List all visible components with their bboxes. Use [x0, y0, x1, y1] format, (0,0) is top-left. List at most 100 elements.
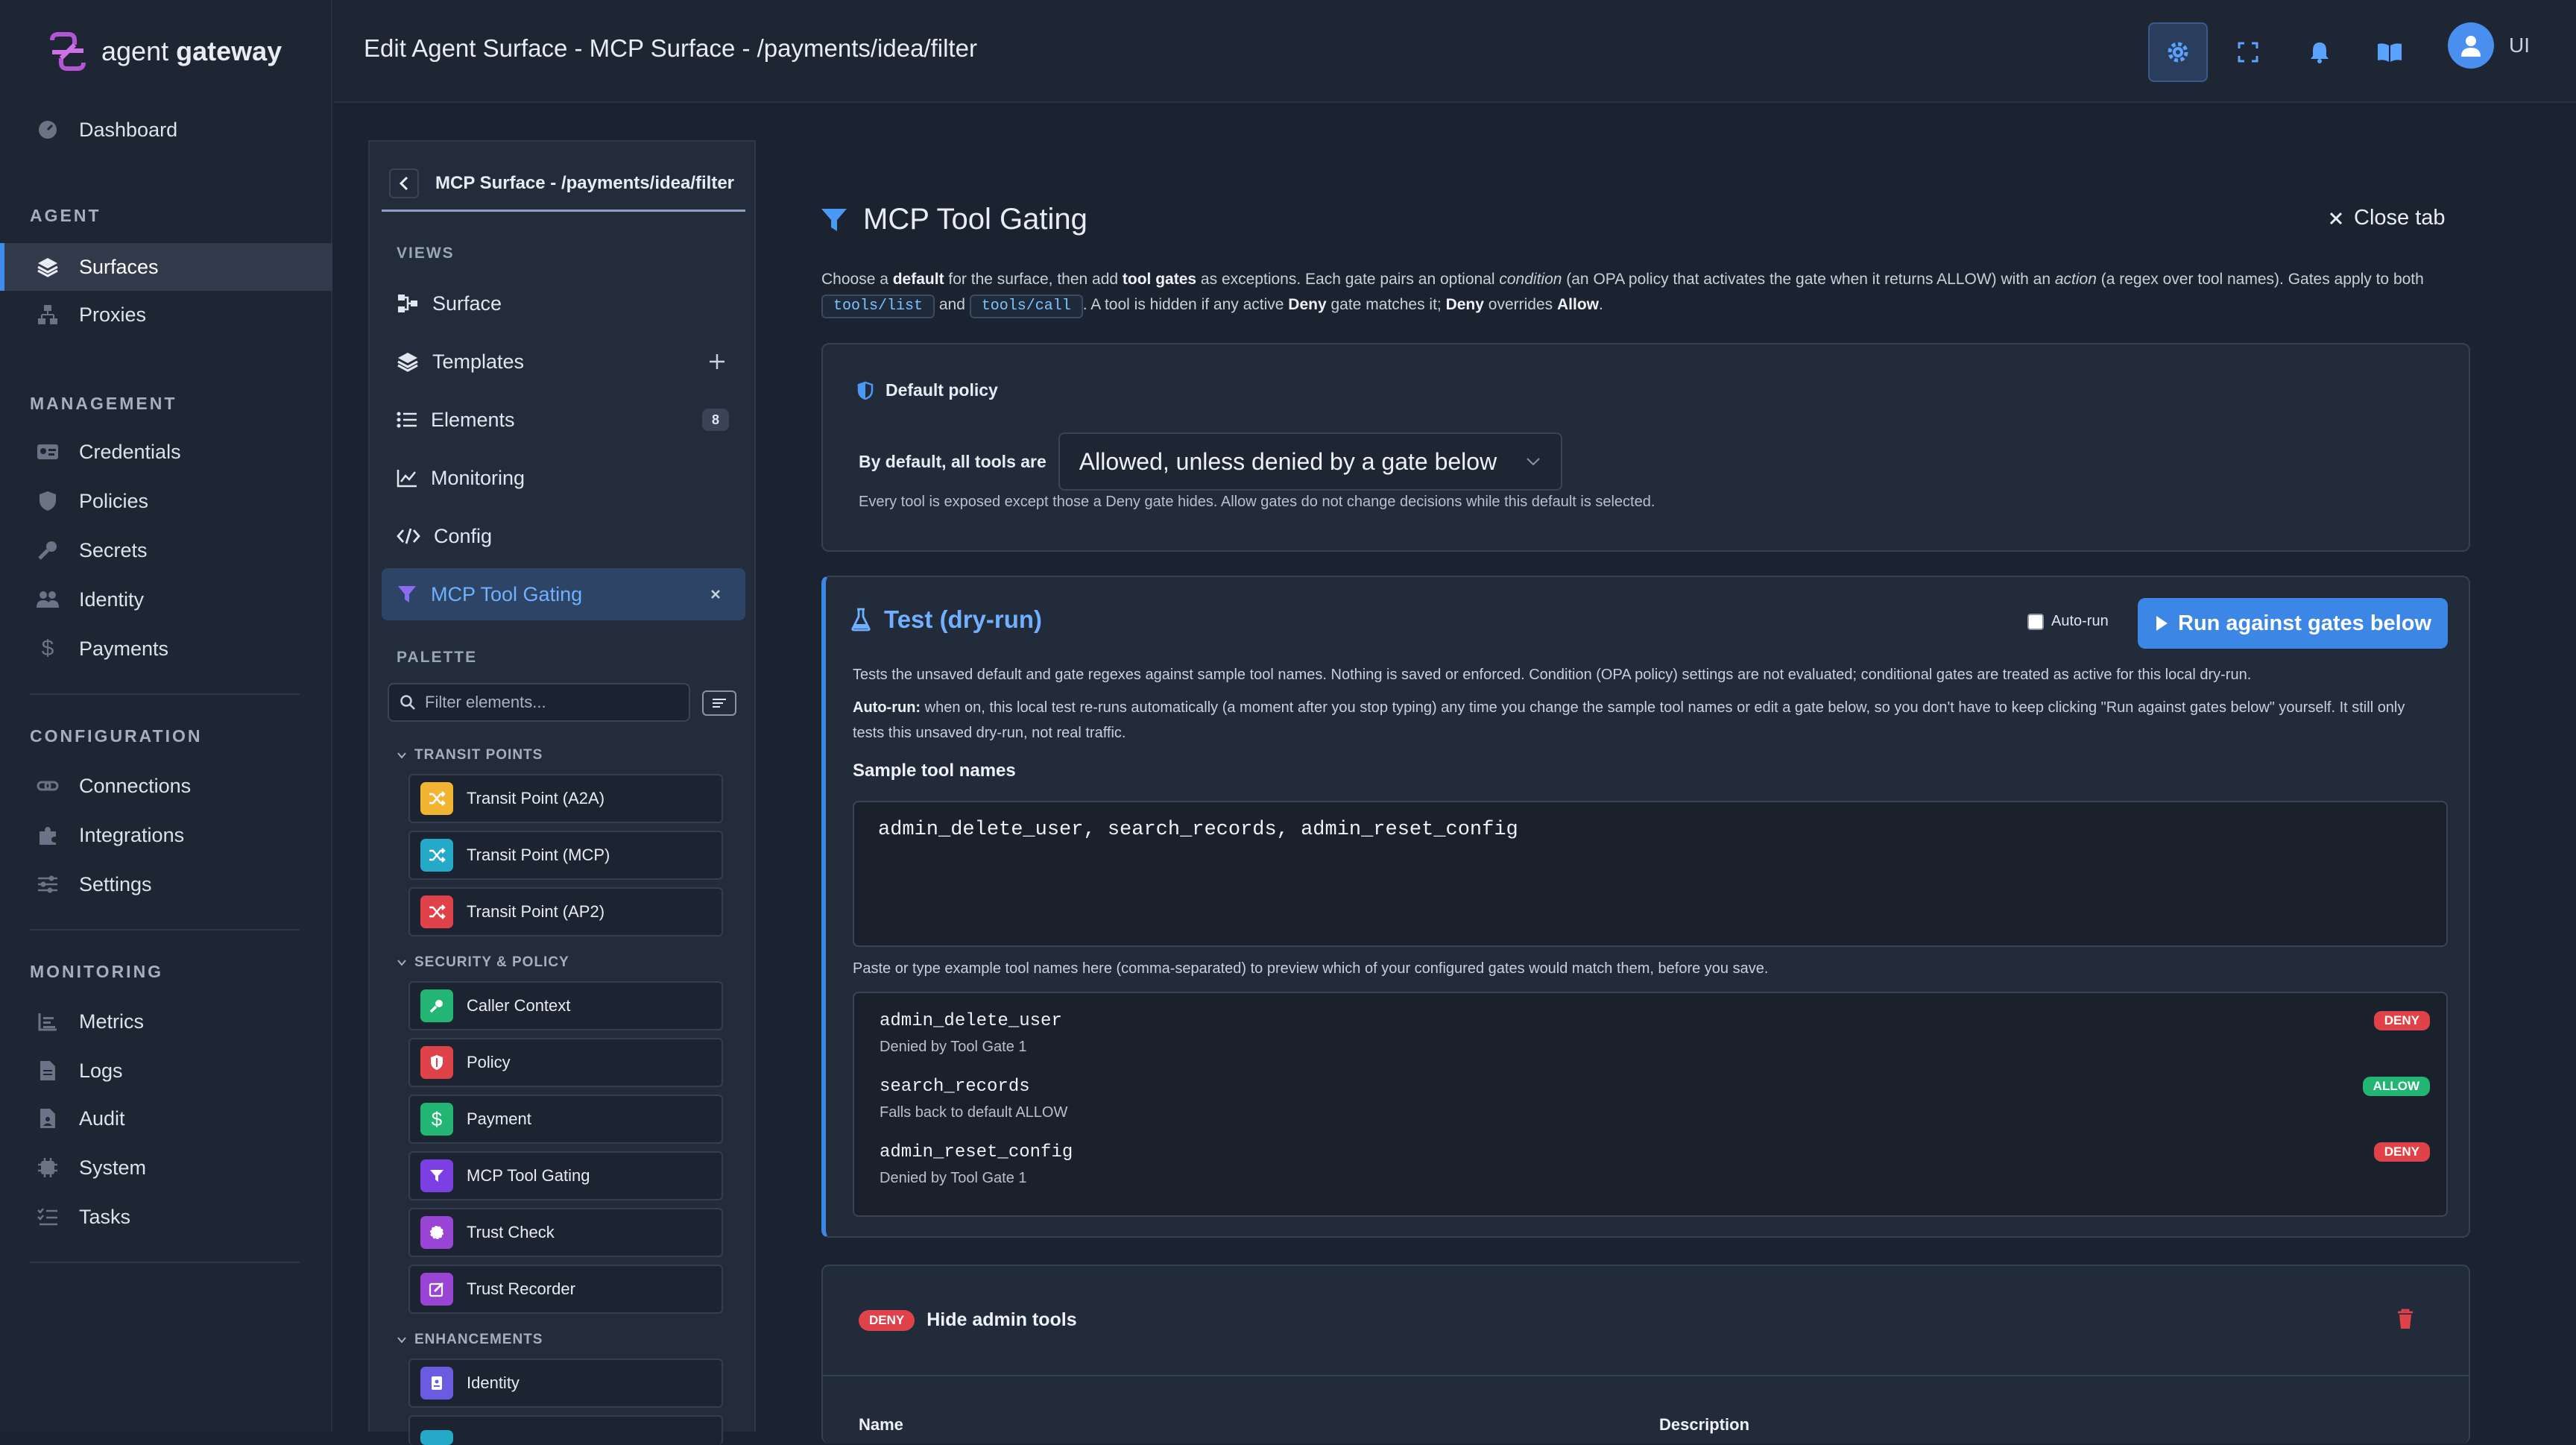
result-reason: Falls back to default ALLOW [880, 1104, 1068, 1121]
palette-transit-a2a[interactable]: Transit Point (A2A) [408, 774, 723, 823]
chevron-down-icon [1527, 458, 1540, 466]
nav-proxies[interactable]: Proxies [0, 291, 332, 339]
palette-trust-check[interactable]: Trust Check [408, 1208, 723, 1257]
nav-credentials[interactable]: Credentials [0, 428, 332, 476]
group-security-policy[interactable]: SECURITY & POLICY [397, 954, 569, 971]
run-button-label: Run against gates below [2178, 611, 2431, 635]
filter-icon [420, 1159, 453, 1192]
view-surface[interactable]: Surface [382, 277, 745, 330]
user-initials: UI [2509, 34, 2530, 57]
back-button[interactable] [389, 168, 419, 198]
nav-tasks-label: Tasks [79, 1205, 131, 1228]
user-icon [2461, 36, 2481, 57]
nav-payments[interactable]: $ Payments [0, 625, 332, 673]
view-templates-label: Templates [432, 350, 525, 373]
default-policy-value: Allowed, unless denied by a gate below [1079, 447, 1497, 475]
palette-transit-ap2[interactable]: Transit Point (AP2) [408, 887, 723, 936]
nav-surfaces[interactable]: Surfaces [0, 243, 332, 291]
sample-tools-input[interactable]: admin_delete_user, search_records, admin… [853, 801, 2448, 947]
result-reason: Denied by Tool Gate 1 [880, 1039, 1027, 1055]
toggle-descriptions-button[interactable] [702, 690, 736, 716]
text-align-icon [713, 699, 726, 708]
nav-system[interactable]: System [0, 1144, 332, 1191]
user-menu[interactable]: UI [2448, 22, 2530, 69]
search-icon [400, 695, 415, 710]
plus-icon[interactable] [708, 353, 726, 371]
desc-text: overrides [1483, 296, 1557, 313]
id-card-icon [36, 440, 60, 464]
filter-elements-input[interactable] [425, 693, 678, 712]
palette-item-label: Payment [467, 1109, 531, 1128]
close-tab-button[interactable]: Close tab [2329, 206, 2446, 230]
close-tab-icon[interactable] [710, 588, 722, 600]
nav-logs[interactable]: Logs [0, 1047, 332, 1095]
palette-identity[interactable]: Identity [408, 1359, 723, 1408]
verdict-badge: DENY [2373, 1142, 2430, 1162]
dashboard-icon [36, 118, 60, 142]
autorun-checkbox[interactable] [2027, 613, 2044, 630]
file-user-icon [36, 1106, 60, 1130]
nav-audit-label: Audit [79, 1106, 125, 1130]
gear-icon [2168, 42, 2188, 63]
palette-mcp-tool-gating[interactable]: MCP Tool Gating [408, 1151, 723, 1200]
gating-description: Choose a default for the surface, then a… [821, 267, 2491, 318]
run-dry-run-button[interactable]: Run against gates below [2138, 598, 2448, 649]
desc-italic: action [2054, 271, 2097, 288]
nav-section-agent: AGENT [30, 206, 101, 225]
sample-tools-hint: Paste or type example tool names here (c… [853, 960, 1769, 977]
nav-audit[interactable]: Audit [0, 1095, 332, 1142]
dry-run-heading: Test (dry-run) [851, 605, 1042, 634]
palette-item-partial[interactable] [408, 1415, 723, 1445]
gate-description-column: Description [1659, 1415, 1750, 1434]
nav-dashboard[interactable]: Dashboard [0, 106, 332, 154]
nav-policies[interactable]: Policies [0, 477, 332, 525]
gateway-logo-icon [50, 32, 86, 71]
notifications-button[interactable] [2290, 22, 2349, 82]
view-config[interactable]: Config [382, 510, 745, 562]
view-surface-label: Surface [432, 292, 502, 315]
nav-settings[interactable]: Settings [0, 860, 332, 908]
gate-header[interactable]: DENY Hide admin tools [859, 1309, 1077, 1331]
desc-text: Choose a [821, 271, 893, 288]
desc-text: as exceptions. Each gate pairs an option… [1196, 271, 1500, 288]
nav-metrics[interactable]: Metrics [0, 998, 332, 1045]
top-bar: Edit Agent Surface - MCP Surface - /paym… [334, 0, 2576, 103]
view-elements[interactable]: Elements 8 [382, 394, 745, 446]
nav-tasks[interactable]: Tasks [0, 1193, 332, 1241]
palette-transit-mcp[interactable]: Transit Point (MCP) [408, 831, 723, 880]
sidebar: agent gateway Dashboard AGENT Surfaces P… [0, 0, 332, 1432]
default-policy-select[interactable]: Allowed, unless denied by a gate below [1058, 432, 1562, 491]
group-transit-points[interactable]: TRANSIT POINTS [397, 747, 543, 764]
brand-name-light: agent [101, 36, 177, 66]
view-templates[interactable]: Templates [382, 336, 745, 388]
fullscreen-button[interactable] [2218, 22, 2278, 82]
view-monitoring[interactable]: Monitoring [382, 452, 745, 504]
expand-icon [2238, 42, 2258, 63]
shield-half-icon [857, 381, 874, 400]
palette-payment[interactable]: $ Payment [408, 1095, 723, 1144]
palette-caller-context[interactable]: Caller Context [408, 981, 723, 1030]
gate-name-column: Name [859, 1415, 903, 1434]
nav-connections-label: Connections [79, 774, 192, 797]
palette-trust-recorder[interactable]: Trust Recorder [408, 1265, 723, 1314]
trash-icon[interactable] [2396, 1308, 2415, 1330]
nav-secrets[interactable]: Secrets [0, 526, 332, 574]
brand-logo[interactable]: agent gateway [46, 30, 282, 73]
default-policy-title: Default policy [886, 380, 998, 400]
view-mcp-tool-gating[interactable]: MCP Tool Gating [382, 568, 745, 620]
editor-title-text: MCP Tool Gating [863, 203, 1087, 236]
shuffle-icon [420, 895, 453, 928]
group-enhancements[interactable]: ENHANCEMENTS [397, 1332, 543, 1348]
views-label: VIEWS [397, 245, 455, 262]
autorun-toggle[interactable]: Auto-run [2027, 613, 2109, 630]
settings-toggle-button[interactable] [2148, 22, 2208, 82]
nav-connections[interactable]: Connections [0, 762, 332, 810]
desc-text: and [935, 296, 970, 313]
panel-header: MCP Surface - /payments/idea/filter [382, 157, 745, 212]
id-badge-icon [420, 1367, 453, 1400]
nav-integrations[interactable]: Integrations [0, 811, 332, 859]
group-transit-label: TRANSIT POINTS [414, 747, 543, 763]
nav-identity[interactable]: Identity [0, 576, 332, 623]
docs-button[interactable] [2360, 22, 2419, 82]
palette-policy[interactable]: Policy [408, 1038, 723, 1087]
